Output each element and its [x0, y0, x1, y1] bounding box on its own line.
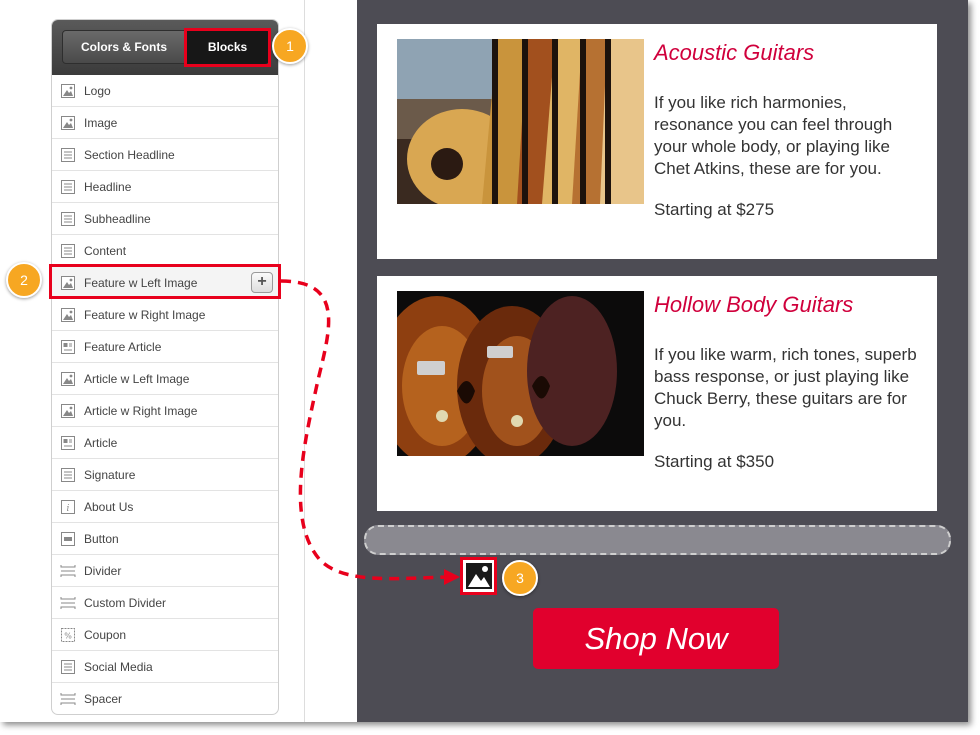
callout-2: 2 — [6, 262, 42, 298]
callout-1: 1 — [272, 28, 308, 64]
drag-arrow — [280, 279, 460, 585]
editor-window: Colors & Fonts Blocks Logo Image Section H… — [0, 0, 968, 722]
callout-3: 3 — [502, 560, 538, 596]
